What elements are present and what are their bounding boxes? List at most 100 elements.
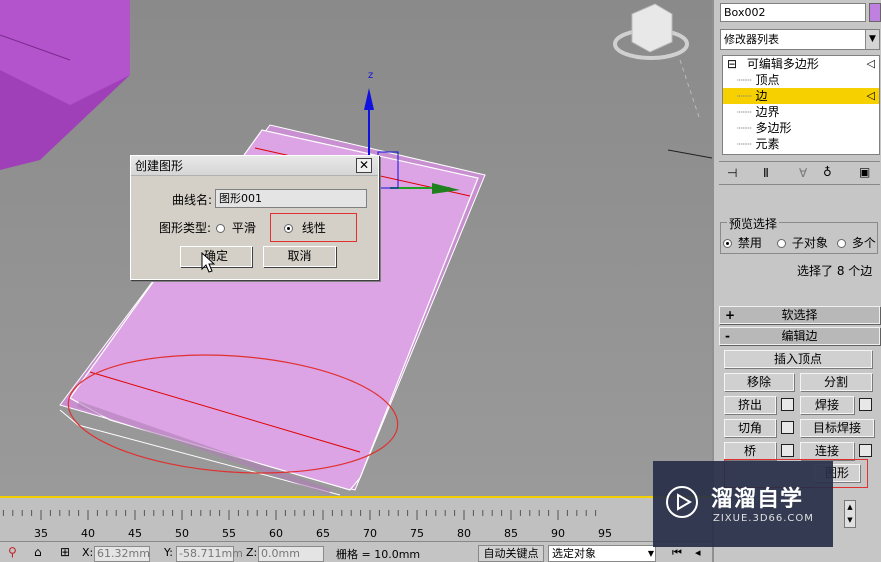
insert-vertex-button[interactable]: 插入顶点	[724, 350, 872, 368]
radio-subobject-indicator[interactable]	[777, 239, 786, 248]
connect-settings-button[interactable]	[859, 444, 872, 457]
chamfer-settings-button[interactable]	[781, 421, 794, 434]
ok-button[interactable]: 确定	[180, 246, 252, 267]
remove-button[interactable]: 移除	[724, 373, 794, 391]
spinner-icon[interactable]: ▲ ▼	[844, 500, 856, 528]
extrude-settings-button[interactable]	[781, 398, 794, 411]
radio-linear[interactable]: 线性	[284, 219, 326, 236]
bridge-settings-button[interactable]	[781, 444, 794, 457]
play-logo-icon	[666, 486, 698, 518]
stack-item-label: 边界	[755, 105, 780, 119]
lock-icon[interactable]: ⚲	[8, 545, 17, 559]
watermark-url: ZIXUE.3D66.COM	[713, 513, 814, 524]
radio-multiple-indicator[interactable]	[837, 239, 846, 248]
stack-item-label: 多边形	[755, 121, 792, 135]
selection-set-dropdown[interactable]: 选定对象 ▼	[548, 545, 656, 562]
modifier-list-label: 修改器列表	[724, 33, 779, 46]
stack-item-polygon[interactable]: ┈┈ 多边形	[723, 120, 879, 136]
status-bar: ⚲ ⌂ ⊞ X: 61.32mm Y: -58.711mm Z: 0.0mm 栅…	[0, 541, 712, 562]
tree-line: ┈┈	[737, 73, 752, 87]
modifier-list-dropdown[interactable]: 修改器列表 ▼	[720, 29, 880, 50]
transform-mode-icon[interactable]: ⊞	[60, 545, 70, 559]
preview-selection-title: 预览选择	[727, 215, 780, 232]
curve-name-input[interactable]: 图形001	[215, 189, 367, 208]
radio-linear-label: 线性	[301, 221, 326, 235]
timeline-tick-label: 70	[363, 527, 377, 540]
radio-smooth-label: 平滑	[231, 221, 256, 235]
stack-item-label: 可编辑多边形	[746, 57, 819, 71]
modifier-stack[interactable]: ⊟ 可编辑多边形 ◁ ┈┈ 顶点 ┈┈ 边 ◁ ┈┈ 边界 ┈┈ 多边形 ┈┈ 元素	[722, 55, 880, 155]
bridge-button[interactable]: 桥	[724, 442, 776, 460]
close-icon[interactable]: ✕	[356, 158, 372, 173]
stack-item-element[interactable]: ┈┈ 元素	[723, 136, 879, 152]
extrude-button[interactable]: 挤出	[724, 396, 776, 414]
auto-key-button[interactable]: 自动关键点	[478, 545, 544, 562]
go-to-start-icon[interactable]: ⏮	[672, 546, 682, 560]
stack-item-vertex[interactable]: ┈┈ 顶点	[723, 72, 879, 88]
remove-modifier-icon[interactable]: ♁	[823, 165, 832, 179]
soft-selection-rollout[interactable]: + 软选择	[719, 306, 880, 324]
connect-button[interactable]: 连接	[800, 442, 854, 460]
selection-lock-icon[interactable]: ⌂	[34, 545, 42, 559]
gizmo-z-arrow	[364, 88, 374, 110]
weld-button[interactable]: 焊接	[800, 396, 854, 414]
radio-subobject[interactable]: 子对象	[777, 234, 828, 251]
create-shape-dialog: 创建图形 ✕ 曲线名: 图形001 图形类型: 平滑 线性 确定 取消	[130, 155, 379, 280]
radio-disable[interactable]: 禁用	[723, 234, 762, 251]
timeline-tick-label: 90	[551, 527, 565, 540]
dialog-titlebar[interactable]: 创建图形 ✕	[131, 156, 378, 176]
mouse-cursor-icon	[201, 252, 215, 273]
radio-multiple[interactable]: 多个	[837, 234, 876, 251]
radio-subobject-label: 子对象	[791, 236, 828, 250]
show-end-result-icon[interactable]: Ⅱ	[763, 166, 769, 180]
radio-smooth-indicator[interactable]	[216, 224, 225, 233]
stack-item-border[interactable]: ┈┈ 边界	[723, 104, 879, 120]
chevron-down-icon: ▼	[647, 549, 654, 558]
tree-line: ┈┈	[737, 137, 752, 151]
cancel-button[interactable]: 取消	[263, 246, 336, 267]
dialog-title: 创建图形	[135, 159, 184, 173]
radio-multiple-label: 多个	[851, 236, 876, 250]
edit-edges-label: 编辑边	[781, 329, 818, 343]
viewcube-icon[interactable]	[631, 3, 673, 53]
pin-stack-icon[interactable]: ⊣	[727, 166, 737, 180]
y-coordinate-field[interactable]: -58.711mm	[176, 546, 243, 562]
split-button[interactable]: 分割	[800, 373, 872, 391]
radio-smooth[interactable]: 平滑	[216, 219, 256, 236]
viewport-dashed-line	[679, 59, 701, 121]
collapse-icon[interactable]: ⊟	[727, 57, 737, 71]
timeline-track[interactable]: 35 40 45 50 55 60 65 70 75 80 85 90 95	[0, 496, 712, 541]
edit-edges-rollout[interactable]: - 编辑边	[719, 327, 880, 345]
light-bulb-icon[interactable]: ◁	[867, 56, 875, 72]
object-name-input[interactable]: Box002	[720, 3, 866, 22]
previous-frame-icon[interactable]: ◂	[695, 546, 701, 559]
timeline-tick-label: 85	[504, 527, 518, 540]
timeline-tick-label: 55	[222, 527, 236, 540]
radio-linear-indicator[interactable]	[284, 224, 293, 233]
timeline-tick-label: 35	[34, 527, 48, 540]
object-color-swatch[interactable]	[869, 3, 881, 22]
stack-item-label: 边	[755, 89, 768, 103]
watermark-banner: 溜溜自学 ZIXUE.3D66.COM	[653, 461, 833, 547]
stack-item-editable-poly[interactable]: ⊟ 可编辑多边形 ◁	[723, 56, 879, 72]
make-unique-icon[interactable]: ∀	[799, 166, 807, 180]
weld-settings-button[interactable]	[859, 398, 872, 411]
x-coordinate-field[interactable]: 61.32mm	[94, 546, 150, 562]
collapse-minus-icon: -	[725, 329, 730, 343]
chamfer-button[interactable]: 切角	[724, 419, 776, 437]
preview-selection-group: 预览选择 禁用 子对象 多个	[720, 215, 878, 254]
stack-item-label: 顶点	[755, 73, 780, 87]
gizmo-z-label: z	[368, 70, 374, 81]
radio-disable-indicator[interactable]	[723, 239, 732, 248]
viewport-line	[667, 149, 712, 159]
tick-lines	[2, 510, 597, 520]
stack-item-edge[interactable]: ┈┈ 边 ◁	[723, 88, 879, 104]
target-weld-button[interactable]: 目标焊接	[800, 419, 874, 437]
z-coordinate-label: Z:	[246, 546, 258, 559]
viewport-perspective[interactable]: z 创建图形 ✕ 曲线名: 图形001 图形类型: 平滑 线性 确定 取消	[0, 0, 712, 496]
soft-selection-label: 软选择	[781, 308, 818, 322]
z-coordinate-field[interactable]: 0.0mm	[258, 546, 324, 562]
edge-mode-icon: ◁	[866, 89, 875, 102]
chevron-down-icon: ▼	[865, 30, 879, 49]
configure-sets-icon[interactable]: ▣	[859, 165, 870, 179]
